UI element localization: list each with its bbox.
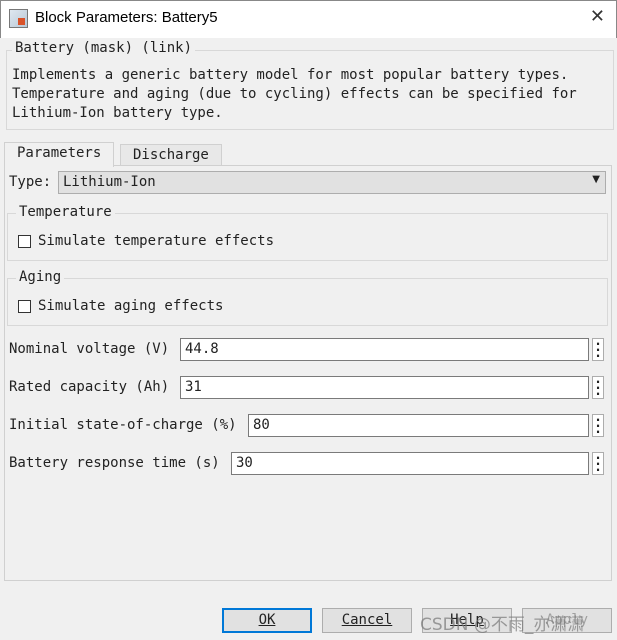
mask-description-line: Temperature and aging (due to cycling) e…: [12, 86, 577, 102]
more-options-icon[interactable]: · · ·: [592, 338, 604, 362]
close-icon[interactable]: ✕: [590, 6, 605, 27]
response-time-label: Battery response time (s): [9, 455, 220, 471]
cancel-button[interactable]: Cancel: [322, 608, 412, 633]
rated-capacity-label: Rated capacity (Ah): [9, 379, 170, 395]
initial-soc-label: Initial state-of-charge (%): [9, 417, 237, 433]
tab-parameters[interactable]: Parameters: [4, 142, 115, 167]
rated-capacity-input[interactable]: 31: [180, 376, 589, 399]
mask-title: Battery (mask) (link): [12, 40, 196, 56]
aging-group-title: Aging: [16, 269, 65, 285]
simulink-block-icon: [9, 9, 28, 28]
temperature-group-title: Temperature: [16, 204, 115, 220]
tab-discharge[interactable]: Discharge: [120, 144, 222, 166]
nominal-voltage-label: Nominal voltage (V): [9, 341, 170, 357]
simulate-aging-checkbox[interactable]: [18, 300, 31, 313]
mask-description-line: Lithium-Ion battery type.: [12, 105, 223, 121]
initial-soc-input[interactable]: 80: [248, 414, 589, 437]
type-value: Lithium-Ion: [63, 174, 156, 190]
mask-description-line: Implements a generic battery model for m…: [12, 67, 569, 83]
simulate-temperature-checkbox[interactable]: [18, 235, 31, 248]
more-options-icon[interactable]: · · ·: [592, 452, 604, 476]
simulate-aging-label[interactable]: Simulate aging effects: [38, 298, 223, 314]
ok-button[interactable]: OK: [222, 608, 312, 633]
nominal-voltage-input[interactable]: 44.8: [180, 338, 589, 361]
type-label: Type:: [9, 174, 52, 190]
apply-button: Apply: [522, 608, 612, 633]
more-options-icon[interactable]: · · ·: [592, 414, 604, 438]
window-title: Block Parameters: Battery5: [35, 9, 218, 26]
dropdown-arrow-icon: ▼: [592, 174, 600, 185]
simulate-temperature-label[interactable]: Simulate temperature effects: [38, 233, 274, 249]
more-options-icon[interactable]: · · ·: [592, 376, 604, 400]
response-time-input[interactable]: 30: [231, 452, 589, 475]
help-button[interactable]: Help: [422, 608, 512, 633]
type-select[interactable]: Lithium-Ion ▼: [58, 171, 606, 194]
